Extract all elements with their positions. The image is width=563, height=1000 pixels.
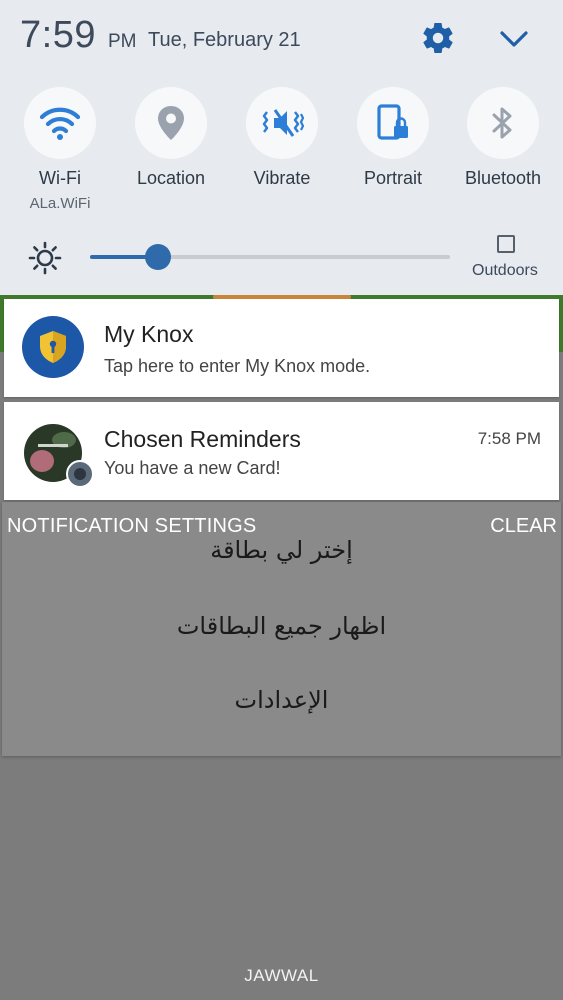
tile-wifi[interactable]: Wi-Fi ALa.WiFi: [5, 87, 115, 212]
bluetooth-icon: [492, 107, 512, 139]
brightness-icon: [28, 241, 62, 275]
outdoors-checkbox[interactable]: [497, 235, 515, 253]
tile-portrait-label: Portrait: [363, 168, 423, 188]
notification-text: You have a new Card!: [104, 458, 281, 478]
clear-button[interactable]: CLEAR: [490, 515, 557, 538]
quick-settings-panel: 7:59 PM Tue, February 21 Wi-Fi ALa.WiFi …: [0, 0, 563, 295]
tile-vibrate[interactable]: Vibrate: [227, 87, 337, 189]
tile-wifi-button[interactable]: [24, 87, 96, 159]
tile-bluetooth-button[interactable]: [467, 87, 539, 159]
clock-ampm: PM: [108, 31, 137, 52]
location-pin-icon: [158, 106, 184, 140]
app-badge-icon: [66, 460, 94, 488]
notification-my-knox[interactable]: My Knox Tap here to enter My Knox mode.: [4, 299, 559, 397]
notification-time: 7:58 PM: [477, 429, 541, 448]
notification-chosen-reminders[interactable]: Chosen Reminders You have a new Card! 7:…: [4, 402, 559, 500]
chevron-down-icon[interactable]: [498, 26, 530, 52]
clock-date: Tue, February 21: [148, 29, 301, 51]
notification-title: My Knox: [104, 321, 194, 347]
menu-item-settings: الإعدادات: [234, 686, 329, 714]
tile-bluetooth-label: Bluetooth: [464, 168, 542, 188]
gear-icon[interactable]: [420, 20, 456, 56]
background-app-menu: إختر لي بطاقة اظهار جميع البطاقات الإعدا…: [2, 502, 561, 756]
notification-title: Chosen Reminders: [104, 426, 301, 452]
tile-wifi-network: ALa.WiFi: [29, 195, 91, 212]
notification-text: Tap here to enter My Knox mode.: [104, 356, 371, 376]
tile-location-label: Location: [136, 168, 206, 188]
brightness-slider-thumb[interactable]: [145, 244, 172, 270]
wifi-icon: [39, 107, 81, 140]
clock-time: 7:59: [20, 14, 96, 56]
tile-location-button[interactable]: [135, 87, 207, 159]
tile-location[interactable]: Location: [116, 87, 226, 189]
portrait-lock-icon: [377, 104, 408, 140]
tile-vibrate-button[interactable]: [246, 87, 318, 159]
tile-portrait-button[interactable]: [357, 87, 429, 159]
tile-portrait[interactable]: Portrait: [338, 87, 448, 189]
menu-item-show-all-cards: اظهار جميع البطاقات: [176, 612, 387, 640]
carrier-label: JAWWAL: [244, 966, 319, 985]
knox-shield-icon: [22, 316, 84, 378]
tile-vibrate-label: Vibrate: [253, 168, 311, 188]
menu-item-pick-card: إختر لي بطاقة: [210, 536, 353, 564]
tile-wifi-label: Wi-Fi: [39, 168, 81, 188]
notification-settings-button[interactable]: NOTIFICATION SETTINGS: [7, 515, 256, 538]
outdoors-label: Outdoors: [472, 262, 538, 279]
tile-bluetooth[interactable]: Bluetooth: [448, 87, 558, 189]
brightness-slider[interactable]: [90, 255, 450, 259]
vibrate-icon: [262, 109, 305, 137]
